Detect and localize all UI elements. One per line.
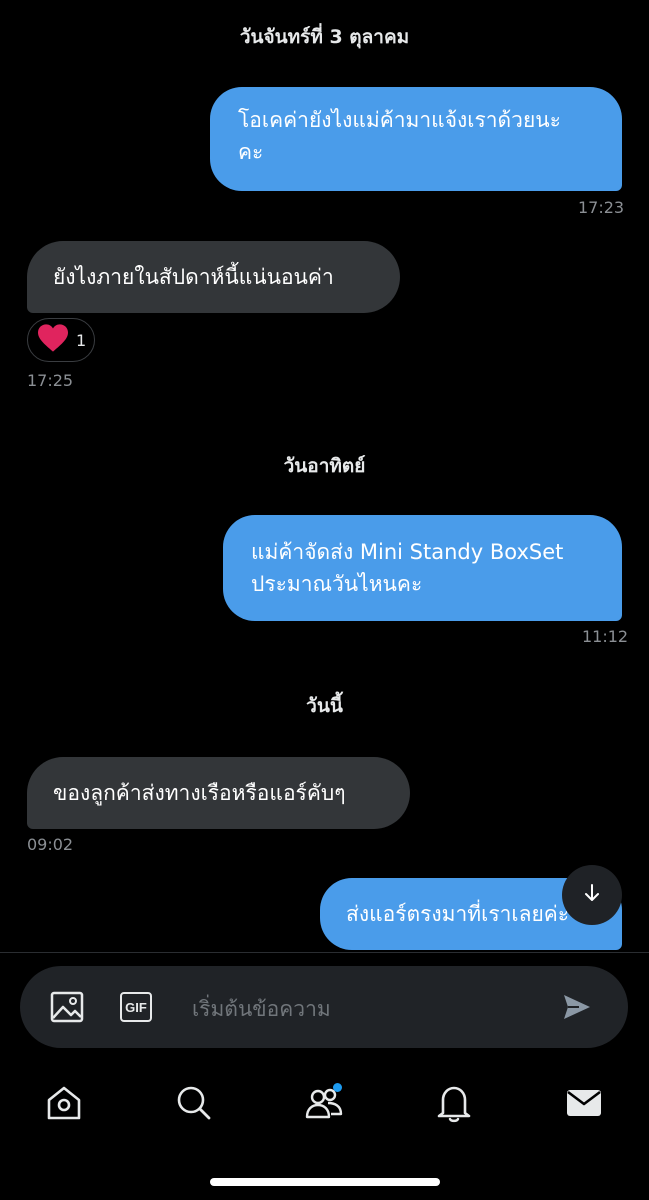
message-bubble-incoming[interactable]: ของลูกค้าส่งทางเรือหรือแอร์คับๆ (27, 757, 410, 829)
tab-search[interactable] (170, 1081, 218, 1129)
message-bubble-outgoing[interactable]: แม่ค้าจัดส่ง Mini Standy BoxSet ประมาณวั… (223, 515, 622, 621)
scroll-to-bottom-button[interactable] (562, 865, 622, 925)
send-icon[interactable] (557, 987, 597, 1027)
message-input[interactable] (190, 988, 534, 1030)
divider (0, 952, 649, 953)
gif-label: GIF (120, 992, 152, 1022)
tab-messages[interactable] (560, 1081, 608, 1129)
message-text: ประมาณวันไหนคะ (251, 572, 423, 596)
reaction-count: 1 (76, 330, 87, 350)
tab-home[interactable] (40, 1081, 88, 1129)
message-text: คะ (238, 140, 264, 164)
message-timestamp: 17:25 (27, 371, 74, 390)
home-indicator (210, 1178, 440, 1186)
reaction-pill[interactable]: 1 (27, 318, 95, 362)
message-bubble-incoming[interactable]: ยังไงภายในสัปดาห์นี้แน่นอนค่า (27, 241, 400, 313)
arrow-down-icon (581, 882, 603, 908)
tab-communities[interactable] (300, 1081, 348, 1129)
heart-icon (36, 323, 70, 357)
date-separator: วันอาทิตย์ (283, 455, 366, 477)
bottom-tab-bar (0, 1075, 649, 1135)
message-timestamp: 09:02 (27, 835, 74, 854)
bell-icon (435, 1083, 473, 1127)
message-timestamp: 11:12 (582, 627, 629, 646)
message-text: ยังไงภายในสัปดาห์นี้แน่นอนค่า (53, 265, 334, 289)
home-icon (45, 1084, 83, 1126)
message-composer: GIF (20, 966, 628, 1048)
search-icon (175, 1084, 213, 1126)
date-separator: วันนี้ (306, 695, 343, 717)
mail-icon (565, 1086, 603, 1124)
gif-button[interactable]: GIF (116, 987, 156, 1027)
message-timestamp: 17:23 (578, 198, 625, 217)
tab-notifications[interactable] (430, 1081, 478, 1129)
image-icon[interactable] (47, 987, 87, 1027)
notification-dot (333, 1083, 342, 1092)
date-separator: วันจันทร์ที่ 3 ตุลาคม (239, 26, 410, 48)
message-bubble-outgoing[interactable]: โอเคค่ายังไงแม่ค้ามาแจ้งเราด้วยนะ คะ (210, 87, 622, 191)
message-text: โอเคค่ายังไงแม่ค้ามาแจ้งเราด้วยนะ (238, 108, 561, 132)
message-text: ส่งแอร์ตรงมาที่เราเลยค่ะ (346, 902, 570, 926)
message-text: ของลูกค้าส่งทางเรือหรือแอร์คับๆ (53, 781, 346, 805)
message-text: แม่ค้าจัดส่ง Mini Standy BoxSet (251, 540, 564, 564)
